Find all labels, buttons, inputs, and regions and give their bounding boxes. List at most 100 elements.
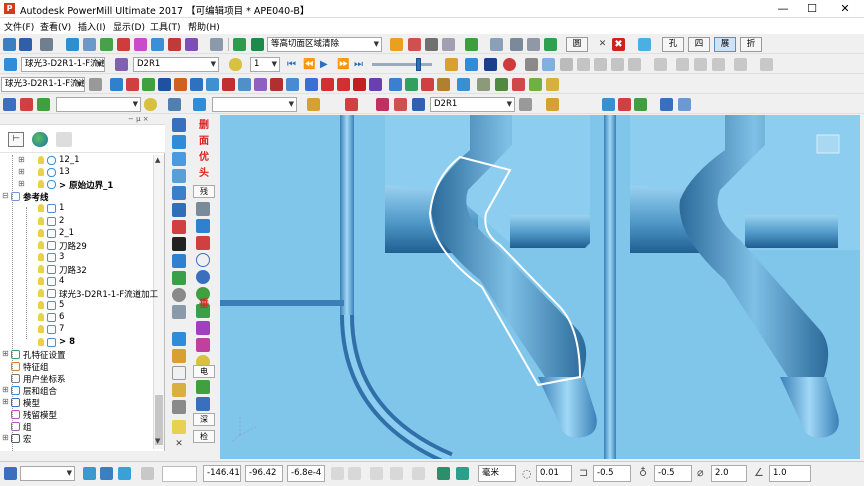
tree-expander-icon[interactable]: ⊞: [18, 155, 25, 164]
boundary-active-icon[interactable]: [251, 38, 264, 51]
edit-toolpath-3-icon[interactable]: [142, 78, 155, 91]
grid-icon[interactable]: [141, 467, 154, 480]
edit-toolpath-4-icon[interactable]: [158, 78, 171, 91]
four-view-button[interactable]: 四: [688, 37, 710, 52]
stepover-field[interactable]: 1.0: [769, 465, 811, 482]
toolpath-icon[interactable]: [4, 58, 17, 71]
curve-edit-5-icon[interactable]: [369, 78, 382, 91]
menu-tools[interactable]: 工具(T): [150, 20, 181, 33]
side-view-15-icon[interactable]: [172, 366, 186, 380]
powermill-app-icon[interactable]: P: [4, 3, 15, 14]
edit-toolpath-8-icon[interactable]: [222, 78, 235, 91]
minimize-button[interactable]: —: [768, 0, 798, 18]
curve-edit-11-icon[interactable]: [477, 78, 490, 91]
pattern-tool-icon[interactable]: [185, 38, 198, 51]
curve-edit-9-icon[interactable]: [437, 78, 450, 91]
menu-help[interactable]: 帮助(H): [188, 20, 220, 33]
fold-view-button[interactable]: 折: [740, 37, 762, 52]
side2-9-icon[interactable]: [196, 338, 210, 352]
tool-holder-icon[interactable]: [519, 98, 532, 111]
thickness-field[interactable]: -0.5: [593, 465, 631, 482]
side2-2-icon[interactable]: [196, 219, 210, 233]
side2-11-icon[interactable]: [196, 380, 210, 394]
workplane-status-icon[interactable]: [4, 467, 17, 480]
shade-mode-1-icon[interactable]: [525, 58, 538, 71]
shade-mode-6-icon[interactable]: [611, 58, 624, 71]
optimize-tool[interactable]: 优: [193, 151, 215, 165]
curve-edit-10-icon[interactable]: [457, 78, 470, 91]
side-view-14-icon[interactable]: [172, 349, 186, 363]
boundary-table-icon[interactable]: [442, 38, 455, 51]
curve-edit-6-icon[interactable]: [389, 78, 402, 91]
calculate-icon[interactable]: [210, 38, 223, 51]
step-forward-icon[interactable]: ⏩: [337, 58, 350, 71]
edit-toolpath-11-icon[interactable]: [270, 78, 283, 91]
viewmill-icon[interactable]: [465, 58, 478, 71]
tool-7-icon[interactable]: [546, 98, 559, 111]
menu-file[interactable]: 文件(F): [4, 20, 34, 33]
number-combo[interactable]: 1 ▼: [250, 57, 280, 72]
viewmill-on-icon[interactable]: [484, 58, 497, 71]
curve-edit-1-icon[interactable]: [305, 78, 318, 91]
delete-boundary-icon[interactable]: [425, 38, 438, 51]
circle-view-button[interactable]: 圆: [566, 37, 588, 52]
edit-toolpath-5-icon[interactable]: [174, 78, 187, 91]
transform-icon[interactable]: [465, 38, 478, 51]
depth-button[interactable]: 深: [193, 413, 215, 426]
edit-toolpath-7-icon[interactable]: [206, 78, 219, 91]
box-icon[interactable]: [527, 38, 540, 51]
status-tool-1-icon[interactable]: [83, 467, 96, 480]
side-close-icon[interactable]: ✕: [172, 437, 186, 451]
curve-edit-15-icon[interactable]: [546, 78, 559, 91]
boundary-tools-icon[interactable]: [408, 38, 421, 51]
side-view-10-icon[interactable]: [172, 271, 186, 285]
side-view-1-icon[interactable]: [172, 118, 186, 132]
shade-mode-2-icon[interactable]: [542, 58, 555, 71]
feedrate-icon[interactable]: [117, 38, 130, 51]
excel-icon[interactable]: [544, 38, 557, 51]
magnet-icon[interactable]: [345, 98, 358, 111]
head-tool[interactable]: 头: [193, 167, 215, 181]
edit-toolpath-12-icon[interactable]: [286, 78, 299, 91]
side-view-11-icon[interactable]: [172, 288, 186, 302]
first-icon[interactable]: ⏮: [287, 58, 300, 71]
boundary-tool-icon[interactable]: [151, 38, 164, 51]
close-small-icon[interactable]: ✕: [596, 38, 609, 51]
snap-2-icon[interactable]: [456, 467, 469, 480]
vertical-tool[interactable]: 垂: [193, 298, 215, 312]
end-point-icon[interactable]: [100, 38, 113, 51]
tool-6-icon[interactable]: [412, 98, 425, 111]
visibility-bulb-icon[interactable]: [38, 301, 44, 310]
side2-1-icon[interactable]: [196, 202, 210, 216]
menu-insert[interactable]: 插入(I): [78, 20, 106, 33]
globe-icon[interactable]: [32, 132, 48, 147]
toolpath-combo[interactable]: 球光3-D2R1-1-F流道 ▼: [21, 57, 105, 72]
scroll-down-icon[interactable]: ▼: [155, 437, 160, 445]
hole-view-button[interactable]: 孔: [662, 37, 684, 52]
side2-12-icon[interactable]: [196, 397, 210, 411]
visibility-bulb-icon[interactable]: [38, 216, 44, 225]
view-cube[interactable]: [816, 134, 840, 154]
cat-icon[interactable]: [510, 38, 523, 51]
side2-3-icon[interactable]: [196, 236, 210, 250]
tolerance-field[interactable]: 0.01: [536, 465, 572, 482]
tool-8-icon[interactable]: [602, 98, 615, 111]
visibility-bulb-icon[interactable]: [38, 277, 44, 285]
check-button[interactable]: 检: [193, 430, 215, 443]
tool-diameter-field[interactable]: 2.0: [711, 465, 747, 482]
tree-expander-icon[interactable]: ⊞: [2, 433, 9, 442]
curve-edit-8-icon[interactable]: [421, 78, 434, 91]
tool-12-icon[interactable]: [678, 98, 691, 111]
edit-boundary-icon[interactable]: [390, 38, 403, 51]
curve-edit-7-icon[interactable]: [405, 78, 418, 91]
simulation-icon[interactable]: [445, 58, 458, 71]
play-icon[interactable]: ▶: [320, 58, 333, 71]
boundary-type-icon[interactable]: [233, 38, 246, 51]
start-point-icon[interactable]: [83, 38, 96, 51]
boundary-combo[interactable]: 等高切面区域清除 ▼: [267, 37, 382, 52]
edit-toolpath-6-icon[interactable]: [190, 78, 203, 91]
tree-expander-icon[interactable]: ⊞: [2, 397, 9, 406]
empty-combo-1[interactable]: ▼: [56, 97, 141, 112]
tree-expander-icon[interactable]: ⊟: [2, 191, 9, 200]
panel-controls[interactable]: − μ ×: [128, 115, 149, 123]
